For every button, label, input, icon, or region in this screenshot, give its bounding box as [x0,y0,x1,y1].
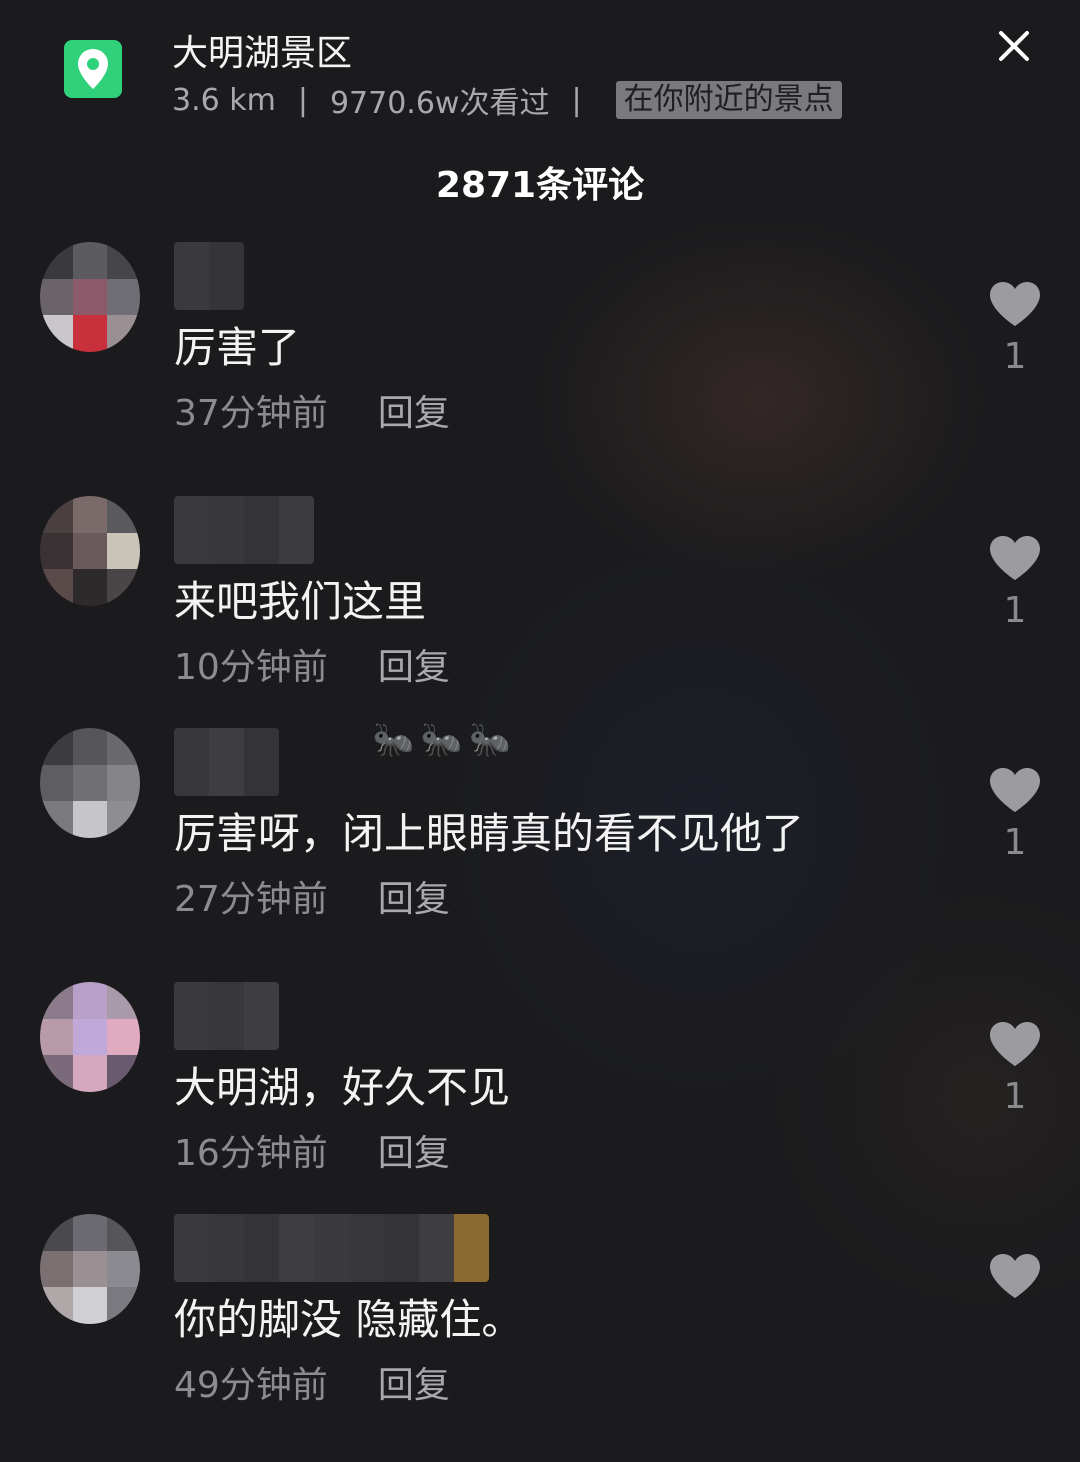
close-button[interactable] [994,26,1034,66]
reply-button[interactable]: 回复 [378,638,450,690]
distance: 3.6 km [172,82,276,118]
like-count: 1 [1003,336,1027,377]
comment-text: 你的脚没 隐藏住。 [174,1295,524,1344]
heart-icon [990,282,1040,326]
comment-footer: 37分钟前 回复 [174,384,450,436]
view-count: 9770.6w次看过 [329,86,550,121]
nickname-blurred[interactable] [174,496,314,564]
avatar[interactable] [40,982,140,1092]
comment-time: 37分钟前 [174,393,328,434]
comment-count: 2871条评论 [435,165,645,206]
nickname-blurred[interactable] [174,982,279,1050]
separator: | [571,82,582,118]
separator: | [297,82,308,118]
comment-text: 厉害了 [174,323,301,372]
ant-emoji-decoration: 🐜🐜🐜 [372,720,518,760]
comment-time: 49分钟前 [174,1365,328,1406]
scenic-meta: 3.6 km | 9770.6w次看过 | 在你附近的景点 [172,78,842,122]
location-pin-icon [78,49,108,89]
comment-text: 来吧我们这里 [174,577,427,626]
comment-footer: 49分钟前 回复 [174,1356,450,1408]
like-button[interactable]: 1 [986,766,1044,863]
heart-icon [990,1022,1040,1066]
comment-footer: 27分钟前 回复 [174,870,450,922]
comment-footer: 10分钟前 回复 [174,638,450,690]
nearby-tag: 在你附近的景点 [615,81,842,119]
comment-text: 大明湖，好久不见 [174,1063,511,1112]
like-button[interactable]: 1 [986,1020,1044,1117]
comment-text: 厉害呀，闭上眼睛真的看不见他了 [174,809,805,858]
scenic-title[interactable]: 大明湖景区 [172,24,352,76]
comment-time: 16分钟前 [174,1133,328,1174]
like-count: 1 [1003,1076,1027,1117]
like-count: 1 [1003,822,1027,863]
comment-time: 10分钟前 [174,647,328,688]
heart-icon [990,768,1040,812]
like-count: 1 [1003,590,1027,631]
reply-button[interactable]: 回复 [378,1124,450,1176]
reply-button[interactable]: 回复 [378,1356,450,1408]
avatar[interactable] [40,1214,140,1324]
nickname-blurred[interactable] [174,1214,489,1282]
heart-icon [990,536,1040,580]
location-badge[interactable] [64,40,122,98]
close-icon [999,31,1029,61]
comment-item: 你的脚没 隐藏住。 49分钟前 回复 [0,1214,1080,1454]
heart-icon [990,1254,1040,1298]
reply-button[interactable]: 回复 [378,384,450,436]
comment-time: 27分钟前 [174,879,328,920]
comment-footer: 16分钟前 回复 [174,1124,450,1176]
reply-button[interactable]: 回复 [378,870,450,922]
comment-item: 🐜🐜🐜 厉害呀，闭上眼睛真的看不见他了 27分钟前 回复 1 [0,720,1080,968]
like-button[interactable]: 1 [986,534,1044,631]
avatar[interactable] [40,728,140,838]
nickname-blurred[interactable] [174,728,279,796]
like-button[interactable]: 1 [986,280,1044,377]
header: 大明湖景区 3.6 km | 9770.6w次看过 | 在你附近的景点 [0,0,1080,140]
comment-item: 厉害了 37分钟前 回复 1 [0,242,1080,482]
nickname-blurred[interactable] [174,242,244,310]
like-button[interactable] [986,1252,1044,1308]
avatar[interactable] [40,496,140,606]
avatar[interactable] [40,242,140,352]
comment-item: 来吧我们这里 10分钟前 回复 1 [0,496,1080,736]
comment-item: 大明湖，好久不见 16分钟前 回复 1 [0,982,1080,1222]
